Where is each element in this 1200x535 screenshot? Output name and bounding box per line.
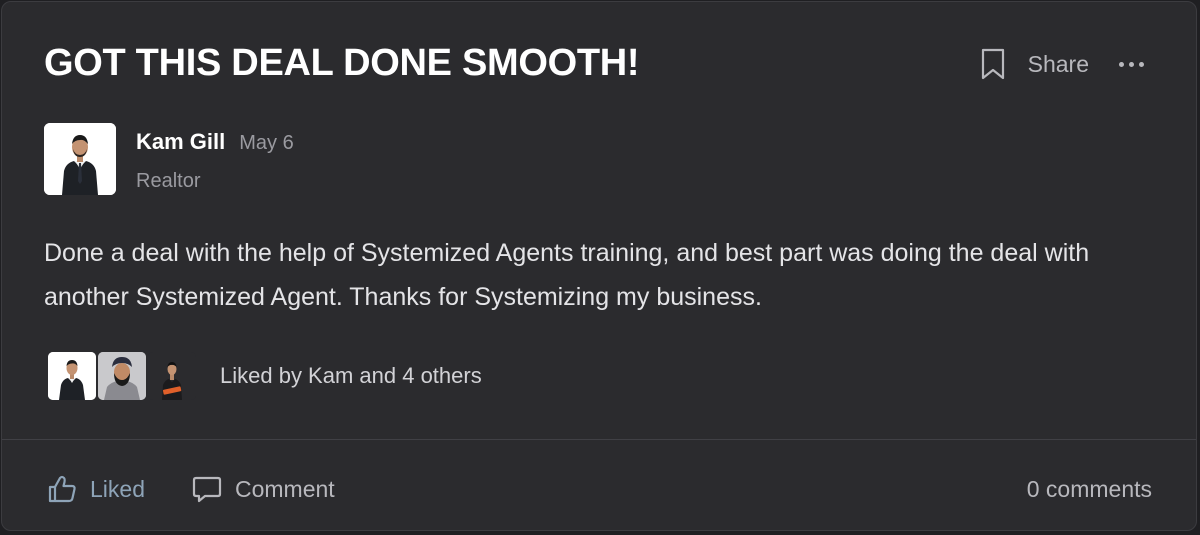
likes-summary[interactable]: Liked by Kam and 4 others: [48, 352, 482, 400]
author-line: Kam Gill May 6: [136, 129, 294, 155]
comment-count[interactable]: 0 comments: [1027, 476, 1152, 503]
comment-icon: [192, 476, 222, 503]
more-options-icon[interactable]: [1119, 61, 1144, 67]
liker-avatar: [48, 352, 96, 400]
like-label: Liked: [90, 475, 145, 502]
author-name[interactable]: Kam Gill: [136, 129, 225, 155]
post-date: May 6: [239, 132, 294, 154]
likes-text[interactable]: Liked by Kam and 4 others: [220, 363, 482, 389]
like-button[interactable]: Liked: [46, 472, 145, 506]
author-info: Kam Gill May 6 Realtor: [136, 123, 294, 195]
comment-label: Comment: [235, 475, 335, 502]
liker-avatar: [98, 352, 146, 400]
comment-button[interactable]: Comment: [191, 472, 335, 506]
author-avatar[interactable]: [44, 123, 116, 195]
share-button[interactable]: Share: [1028, 51, 1089, 78]
post-body: Done a deal with the help of Systemized …: [44, 239, 1090, 311]
author-role: Realtor: [136, 170, 201, 192]
post-header-actions: Share: [980, 46, 1144, 82]
liker-avatar: [148, 352, 196, 400]
post-title: GOT THIS DEAL DONE SMOOTH!: [44, 42, 640, 84]
post-card: GOT THIS DEAL DONE SMOOTH! Share Kam Gil…: [1, 1, 1197, 531]
thumbs-up-icon: [48, 475, 76, 503]
post-author: Kam Gill May 6 Realtor: [44, 123, 294, 195]
footer-divider: [2, 439, 1196, 440]
bookmark-icon[interactable]: [980, 48, 1006, 80]
